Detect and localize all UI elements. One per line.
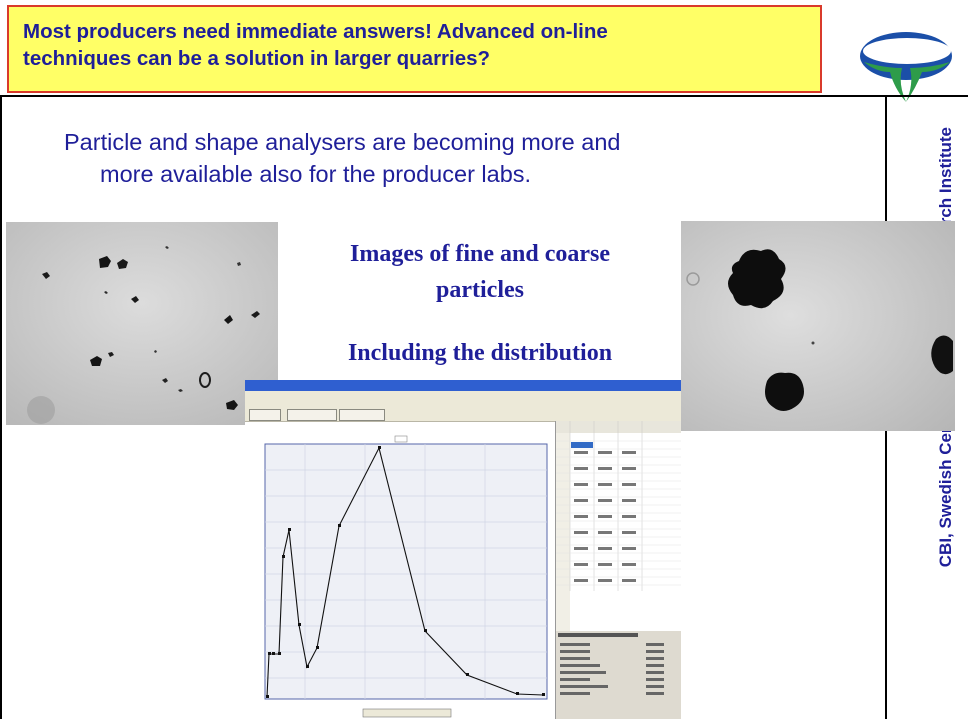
toolbar-button <box>249 409 281 421</box>
caption-line-2: particles <box>436 277 524 303</box>
app-titlebar <box>245 380 681 391</box>
distribution-chart <box>245 422 555 719</box>
body-line-2: more available also for the producer lab… <box>100 161 532 187</box>
title-line-2: techniques can be a solution in larger q… <box>23 47 491 70</box>
results-summary-panel <box>555 631 681 719</box>
frame-top-line <box>0 95 968 97</box>
body-text: Particle and shape analysers are becomin… <box>64 126 824 190</box>
title-box: Most producers need immediate answers! A… <box>7 5 822 93</box>
distribution-table <box>555 421 681 631</box>
cbi-logo-icon <box>860 32 952 102</box>
caption: Images of fine and coarse particles <box>290 236 670 308</box>
analyser-software-screenshot <box>245 380 681 719</box>
caption-line-1: Images of fine and coarse <box>350 241 610 267</box>
fine-particles-image <box>6 222 278 425</box>
title-line-1: Most producers need immediate answers! A… <box>23 20 608 43</box>
caption-line-3: Including the distribution <box>347 340 613 366</box>
slide: Most producers need immediate answers! A… <box>0 0 968 719</box>
app-toolbar <box>245 391 681 422</box>
coarse-particles-image <box>681 221 955 431</box>
slide-title: Most producers need immediate answers! A… <box>23 18 813 72</box>
body-line-1: Particle and shape analysers are becomin… <box>64 129 621 155</box>
toolbar-button <box>287 409 337 421</box>
toolbar-button <box>339 409 385 421</box>
frame-left-line <box>0 95 2 719</box>
